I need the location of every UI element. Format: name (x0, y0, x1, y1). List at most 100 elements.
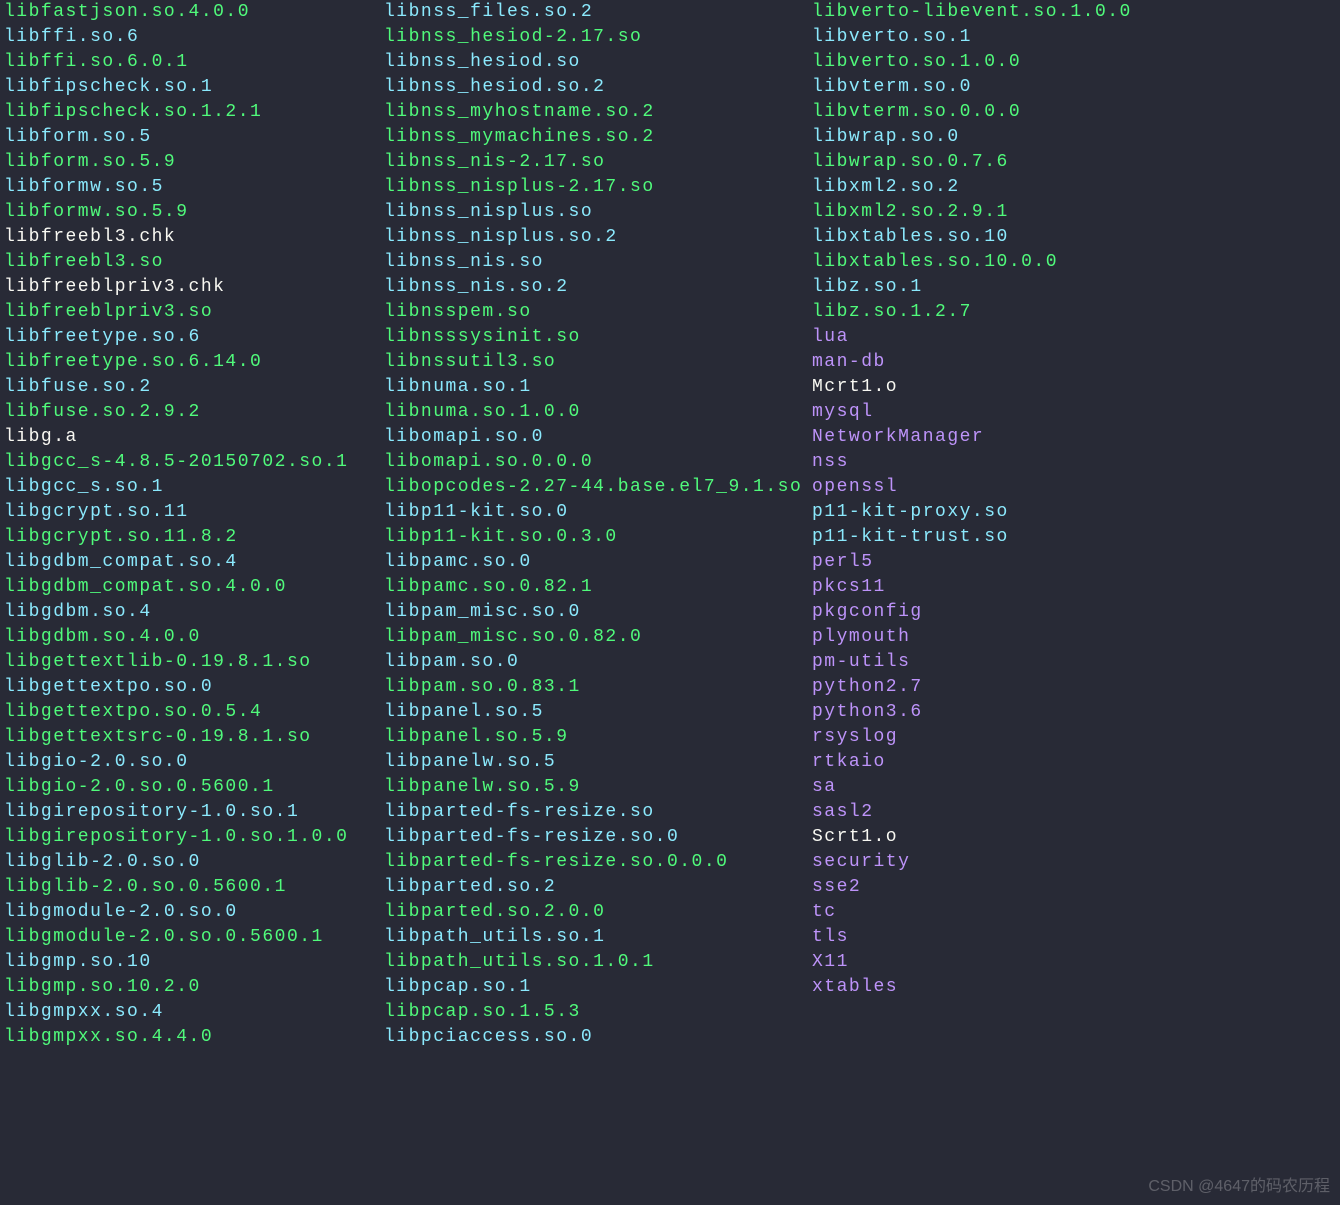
file-entry: libvterm.so.0 (812, 75, 1332, 100)
file-entry: libp11-kit.so.0.3.0 (384, 525, 812, 550)
file-entry: libpamc.so.0.82.1 (384, 575, 812, 600)
file-entry: security (812, 850, 1332, 875)
ls-column-2: libnss_files.so.2libnss_hesiod-2.17.soli… (384, 0, 812, 1050)
file-entry: xtables (812, 975, 1332, 1000)
file-entry: libnss_nisplus-2.17.so (384, 175, 812, 200)
file-entry: libpcap.so.1 (384, 975, 812, 1000)
file-entry: libnss_nis.so.2 (384, 275, 812, 300)
file-entry: libfreetype.so.6 (4, 325, 384, 350)
file-entry: libnssutil3.so (384, 350, 812, 375)
file-entry: libxml2.so.2.9.1 (812, 200, 1332, 225)
file-entry: libparted.so.2.0.0 (384, 900, 812, 925)
file-entry: libnss_nis.so (384, 250, 812, 275)
file-entry: Mcrt1.o (812, 375, 1332, 400)
file-entry: libnss_mymachines.so.2 (384, 125, 812, 150)
file-entry: libomapi.so.0 (384, 425, 812, 450)
file-entry: libpanelw.so.5.9 (384, 775, 812, 800)
file-entry: rtkaio (812, 750, 1332, 775)
file-entry: NetworkManager (812, 425, 1332, 450)
file-entry: mysql (812, 400, 1332, 425)
file-entry: libgmodule-2.0.so.0 (4, 900, 384, 925)
file-entry: libvterm.so.0.0.0 (812, 100, 1332, 125)
ls-column-1: libfastjson.so.4.0.0libffi.so.6libffi.so… (4, 0, 384, 1050)
file-entry: libpciaccess.so.0 (384, 1025, 812, 1050)
file-entry: libgcc_s.so.1 (4, 475, 384, 500)
file-entry: libgmodule-2.0.so.0.5600.1 (4, 925, 384, 950)
file-entry: plymouth (812, 625, 1332, 650)
file-entry: libformw.so.5 (4, 175, 384, 200)
file-entry: libz.so.1 (812, 275, 1332, 300)
file-entry: libfreebl3.chk (4, 225, 384, 250)
file-entry: libnuma.so.1.0.0 (384, 400, 812, 425)
file-entry: libverto.so.1.0.0 (812, 50, 1332, 75)
file-entry: libglib-2.0.so.0.5600.1 (4, 875, 384, 900)
file-entry: libgio-2.0.so.0 (4, 750, 384, 775)
file-entry: libxtables.so.10.0.0 (812, 250, 1332, 275)
file-entry: man-db (812, 350, 1332, 375)
ls-listing: libfastjson.so.4.0.0libffi.so.6libffi.so… (4, 0, 1336, 1050)
file-entry: pkgconfig (812, 600, 1332, 625)
file-entry: libparted-fs-resize.so.0 (384, 825, 812, 850)
file-entry: libglib-2.0.so.0 (4, 850, 384, 875)
file-entry: libgdbm_compat.so.4.0.0 (4, 575, 384, 600)
file-entry: libnuma.so.1 (384, 375, 812, 400)
file-entry: libfreeblpriv3.chk (4, 275, 384, 300)
file-entry: libp11-kit.so.0 (384, 500, 812, 525)
file-entry: rsyslog (812, 725, 1332, 750)
file-entry: libgirepository-1.0.so.1.0.0 (4, 825, 384, 850)
file-entry: libnss_nisplus.so.2 (384, 225, 812, 250)
file-entry: libformw.so.5.9 (4, 200, 384, 225)
file-entry: libpanelw.so.5 (384, 750, 812, 775)
file-entry: python3.6 (812, 700, 1332, 725)
file-entry: libgmpxx.so.4.4.0 (4, 1025, 384, 1050)
file-entry: libgettextlib-0.19.8.1.so (4, 650, 384, 675)
file-entry: libparted-fs-resize.so (384, 800, 812, 825)
file-entry: libnss_hesiod.so (384, 50, 812, 75)
file-entry: libpath_utils.so.1 (384, 925, 812, 950)
file-entry: libwrap.so.0.7.6 (812, 150, 1332, 175)
file-entry: libffi.so.6 (4, 25, 384, 50)
ls-column-3: libverto-libevent.so.1.0.0libverto.so.1l… (812, 0, 1332, 1050)
file-entry: libfipscheck.so.1.2.1 (4, 100, 384, 125)
file-entry: libgmp.so.10.2.0 (4, 975, 384, 1000)
file-entry: libparted-fs-resize.so.0.0.0 (384, 850, 812, 875)
file-entry: libfastjson.so.4.0.0 (4, 0, 384, 25)
file-entry: libform.so.5.9 (4, 150, 384, 175)
file-entry: libgettextpo.so.0.5.4 (4, 700, 384, 725)
file-entry: libgdbm.so.4 (4, 600, 384, 625)
file-entry: tc (812, 900, 1332, 925)
file-entry: libgcrypt.so.11.8.2 (4, 525, 384, 550)
file-entry: python2.7 (812, 675, 1332, 700)
file-entry: libgirepository-1.0.so.1 (4, 800, 384, 825)
file-entry: libnss_nisplus.so (384, 200, 812, 225)
file-entry: sasl2 (812, 800, 1332, 825)
file-entry: libnss_hesiod-2.17.so (384, 25, 812, 50)
file-entry: libgettextsrc-0.19.8.1.so (4, 725, 384, 750)
file-entry: libomapi.so.0.0.0 (384, 450, 812, 475)
file-entry: libnss_myhostname.so.2 (384, 100, 812, 125)
file-entry: libgmpxx.so.4 (4, 1000, 384, 1025)
file-entry: libnsspem.so (384, 300, 812, 325)
file-entry: lua (812, 325, 1332, 350)
file-entry: p11-kit-trust.so (812, 525, 1332, 550)
file-entry: libfreeblpriv3.so (4, 300, 384, 325)
file-entry: libfreetype.so.6.14.0 (4, 350, 384, 375)
file-entry: libpanel.so.5.9 (384, 725, 812, 750)
file-entry: libxml2.so.2 (812, 175, 1332, 200)
file-entry: libnss_nis-2.17.so (384, 150, 812, 175)
file-entry: libpam.so.0.83.1 (384, 675, 812, 700)
file-entry: sse2 (812, 875, 1332, 900)
file-entry: X11 (812, 950, 1332, 975)
file-entry: libgdbm_compat.so.4 (4, 550, 384, 575)
file-entry: libnsssysinit.so (384, 325, 812, 350)
file-entry: perl5 (812, 550, 1332, 575)
file-entry: libverto.so.1 (812, 25, 1332, 50)
file-entry: p11-kit-proxy.so (812, 500, 1332, 525)
watermark-text: CSDN @4647的码农历程 (1148, 1174, 1330, 1199)
file-entry: libopcodes-2.27-44.base.el7_9.1.so (384, 475, 812, 500)
terminal-output[interactable]: libfastjson.so.4.0.0libffi.so.6libffi.so… (0, 0, 1340, 1050)
file-entry: sa (812, 775, 1332, 800)
file-entry: libfuse.so.2.9.2 (4, 400, 384, 425)
file-entry: libwrap.so.0 (812, 125, 1332, 150)
file-entry: openssl (812, 475, 1332, 500)
